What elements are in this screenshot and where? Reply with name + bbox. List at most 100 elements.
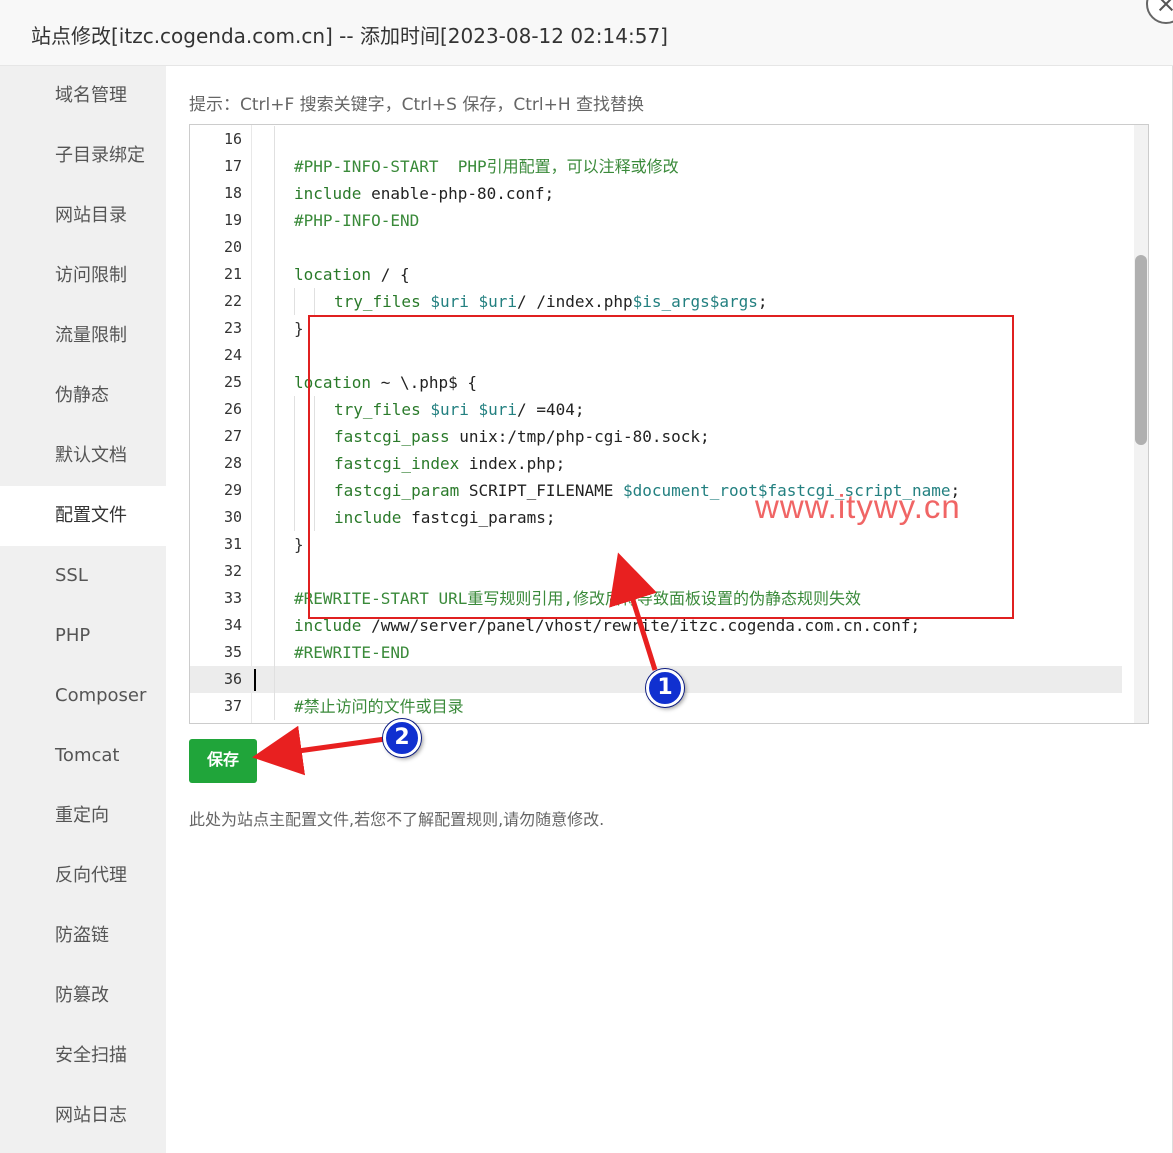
indent-guide bbox=[274, 504, 275, 531]
indent-guide bbox=[274, 558, 275, 585]
sidebar-item[interactable]: 子目录绑定 bbox=[0, 126, 166, 186]
code-line[interactable]: 21 location / { bbox=[190, 261, 1122, 288]
line-number: 19 bbox=[223, 211, 242, 229]
scrollbar-thumb[interactable] bbox=[1135, 255, 1147, 445]
code-token: try_files bbox=[334, 292, 421, 311]
sidebar-item[interactable]: 防篡改 bbox=[0, 966, 166, 1026]
indent-guide bbox=[294, 477, 295, 504]
indent-guide bbox=[274, 315, 275, 342]
code-text: #REWRITE-END bbox=[294, 639, 410, 666]
line-number: 32 bbox=[223, 562, 242, 580]
code-text: include enable-php-80.conf; bbox=[294, 180, 554, 207]
code-text: } bbox=[294, 531, 304, 558]
code-token: $is_args$args bbox=[632, 292, 758, 311]
code-line[interactable]: 16 bbox=[190, 126, 1122, 153]
indent-guide bbox=[274, 450, 275, 477]
code-text: #禁止访问的文件或目录 bbox=[294, 693, 464, 720]
line-number: 30 bbox=[223, 508, 242, 526]
sidebar-item[interactable]: 网站目录 bbox=[0, 186, 166, 246]
code-text: try_files $uri $uri/ /index.php$is_args$… bbox=[334, 288, 768, 315]
line-number: 28 bbox=[223, 454, 242, 472]
code-line[interactable]: 19 #PHP-INFO-END bbox=[190, 207, 1122, 234]
save-button[interactable]: 保存 bbox=[189, 739, 257, 783]
indent-guide bbox=[274, 693, 275, 720]
dialog-title: 站点修改[itzc.cogenda.com.cn] -- 添加时间[2023-0… bbox=[31, 24, 668, 48]
config-code-editor[interactable]: 16 17 #PHP-INFO-START PHP引用配置，可以注释或修改 18 inc… bbox=[189, 124, 1149, 724]
sidebar-item[interactable]: 重定向 bbox=[0, 786, 166, 846]
indent-guide bbox=[274, 531, 275, 558]
sidebar-item[interactable]: PHP bbox=[0, 606, 166, 666]
code-token: #REWRITE-END bbox=[294, 643, 410, 662]
sidebar-item[interactable]: 伪静态 bbox=[0, 366, 166, 426]
watermark-text: www.itywy.cn bbox=[755, 488, 961, 525]
line-number: 37 bbox=[223, 697, 242, 715]
code-token: } bbox=[294, 319, 304, 338]
code-line[interactable]: 22 try_files $uri $uri/ /index.php$is_arg… bbox=[190, 288, 1122, 315]
line-number: 25 bbox=[223, 373, 242, 391]
line-number: 33 bbox=[223, 589, 242, 607]
sidebar-item[interactable]: SSL bbox=[0, 546, 166, 606]
editor-scrollbar[interactable] bbox=[1134, 125, 1148, 723]
indent-guide bbox=[294, 423, 295, 450]
code-token: #PHP-INFO-START PHP引用配置，可以注释或修改 bbox=[294, 157, 679, 176]
indent-guide bbox=[274, 396, 275, 423]
code-token: #禁止访问的文件或目录 bbox=[294, 697, 464, 716]
line-number: 27 bbox=[223, 427, 242, 445]
code-token: location bbox=[294, 265, 372, 284]
line-number: 21 bbox=[223, 265, 242, 283]
indent-guide bbox=[274, 423, 275, 450]
code-token: #PHP-INFO-END bbox=[294, 211, 420, 230]
indent-guide bbox=[274, 477, 275, 504]
line-number: 16 bbox=[223, 130, 242, 148]
line-number: 17 bbox=[223, 157, 242, 175]
indent-guide bbox=[274, 207, 275, 234]
line-number: 23 bbox=[223, 319, 242, 337]
sidebar-item[interactable]: 安全扫描 bbox=[0, 1026, 166, 1086]
code-line[interactable]: 35 #REWRITE-END bbox=[190, 639, 1122, 666]
sidebar-item[interactable]: 防盗链 bbox=[0, 906, 166, 966]
code-token: $uri bbox=[478, 292, 518, 311]
code-token: / { bbox=[371, 265, 410, 284]
sidebar-item[interactable]: 访问限制 bbox=[0, 246, 166, 306]
indent-guide bbox=[294, 504, 295, 531]
sidebar-item[interactable]: 反向代理 bbox=[0, 846, 166, 906]
code-line[interactable]: 20 bbox=[190, 234, 1122, 261]
code-line[interactable]: 17 #PHP-INFO-START PHP引用配置，可以注释或修改 bbox=[190, 153, 1122, 180]
indent-guide bbox=[274, 342, 275, 369]
indent-guide bbox=[274, 369, 275, 396]
code-token: $uri bbox=[430, 292, 469, 311]
code-token: include bbox=[294, 184, 362, 203]
code-token: / /index.php bbox=[517, 292, 633, 311]
shortcut-hint: 提示：Ctrl+F 搜索关键字，Ctrl+S 保存，Ctrl+H 查找替换 bbox=[189, 95, 645, 115]
step-badge-1: 1 bbox=[646, 669, 684, 707]
code-text: } bbox=[294, 315, 304, 342]
text-cursor bbox=[254, 669, 256, 691]
highlight-box-location-blocks bbox=[308, 315, 1014, 619]
sidebar-item[interactable]: Tomcat bbox=[0, 726, 166, 786]
sidebar-item[interactable]: Composer bbox=[0, 666, 166, 726]
line-number: 35 bbox=[223, 643, 242, 661]
indent-guide bbox=[274, 288, 275, 315]
indent-guide bbox=[274, 180, 275, 207]
code-text: #PHP-INFO-START PHP引用配置，可以注释或修改 bbox=[294, 153, 679, 180]
indent-guide bbox=[314, 288, 315, 315]
code-token: ; bbox=[757, 292, 768, 311]
sidebar-item[interactable]: 流量限制 bbox=[0, 306, 166, 366]
main-panel: 提示：Ctrl+F 搜索关键字，Ctrl+S 保存，Ctrl+H 查找替换 16… bbox=[166, 66, 1172, 1153]
code-token: enable-php-80.conf; bbox=[361, 184, 555, 203]
indent-guide bbox=[274, 612, 275, 639]
code-token: } bbox=[294, 535, 304, 554]
indent-guide bbox=[294, 450, 295, 477]
indent-guide bbox=[274, 234, 275, 261]
sidebar-item[interactable]: 默认文档 bbox=[0, 426, 166, 486]
config-warning-note: 此处为站点主配置文件,若您不了解配置规则,请勿随意修改. bbox=[189, 810, 605, 829]
indent-guide bbox=[274, 666, 275, 693]
sidebar-item[interactable]: 域名管理 bbox=[0, 66, 166, 126]
line-number: 34 bbox=[223, 616, 242, 634]
line-number: 24 bbox=[223, 346, 242, 364]
code-line[interactable]: 18 include enable-php-80.conf; bbox=[190, 180, 1122, 207]
sidebar-item[interactable]: 网站日志 bbox=[0, 1086, 166, 1146]
sidebar-item[interactable]: 配置文件 bbox=[0, 486, 166, 546]
